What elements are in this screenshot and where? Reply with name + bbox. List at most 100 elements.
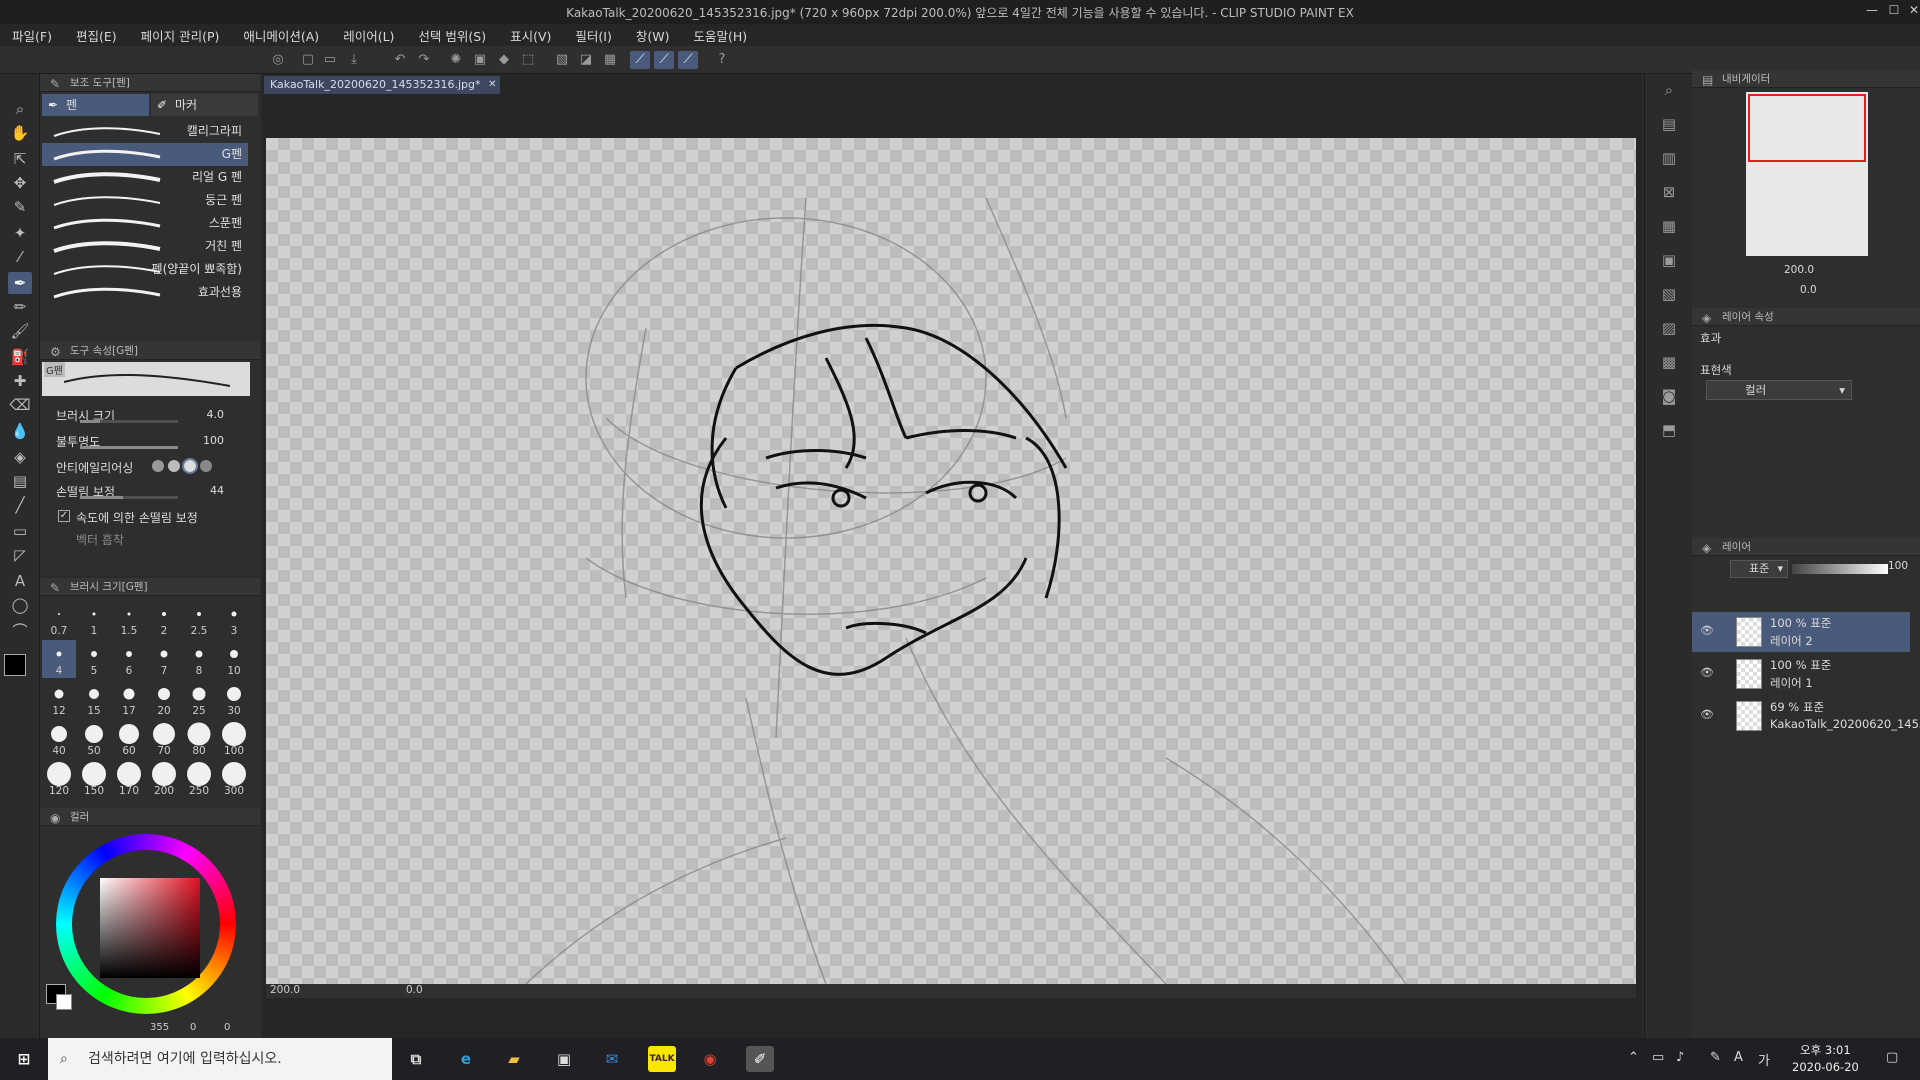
brush-size-option[interactable]: 50 bbox=[77, 720, 111, 758]
gradient-tool-icon[interactable]: ▤ bbox=[8, 470, 32, 492]
expression-color-select[interactable]: 컬러 ▾ bbox=[1706, 380, 1852, 400]
layer-row[interactable]: 👁 100 % 표준 레이어 2 bbox=[1692, 612, 1910, 652]
ime-mode[interactable]: A bbox=[1734, 1050, 1743, 1065]
stabilization-value[interactable]: 44 bbox=[210, 484, 224, 497]
history-icon[interactable]: ▣ bbox=[1657, 248, 1681, 272]
menu-file[interactable]: 파일(F) bbox=[12, 26, 52, 45]
invert-selection-icon[interactable]: ◪ bbox=[576, 51, 596, 69]
brush-item[interactable]: 리얼 G 펜 bbox=[42, 166, 248, 189]
brush-item[interactable]: 캘리그라피 bbox=[42, 120, 248, 143]
new-file-icon[interactable]: ▢ bbox=[298, 51, 318, 69]
brush-item[interactable]: 효과선용 bbox=[42, 281, 248, 304]
animation-icon[interactable]: ▧ bbox=[1657, 282, 1681, 306]
help-icon[interactable]: ? bbox=[712, 51, 732, 69]
brush-size-option[interactable]: 2 bbox=[147, 600, 181, 638]
file-explorer-icon[interactable]: ▰ bbox=[500, 1046, 528, 1072]
menu-view[interactable]: 표시(V) bbox=[510, 26, 551, 45]
menu-layer[interactable]: 레이어(L) bbox=[343, 26, 394, 45]
search-icon[interactable]: ⌕ bbox=[1657, 78, 1681, 102]
folder-icon[interactable]: ▨ bbox=[1657, 316, 1681, 340]
correct-line-tool-icon[interactable]: ⌒ bbox=[8, 620, 32, 642]
brush-size-value[interactable]: 4.0 bbox=[207, 408, 225, 421]
camera-icon[interactable]: ◙ bbox=[1657, 384, 1681, 408]
brush-size-option[interactable]: 80 bbox=[182, 720, 216, 758]
open-file-icon[interactable]: ▭ bbox=[320, 51, 340, 69]
eraser-tool-icon[interactable]: ⌫ bbox=[8, 394, 32, 416]
clip-studio-taskbar-icon[interactable]: ✐ bbox=[746, 1046, 774, 1072]
clock-time[interactable]: 오후 3:01 bbox=[1800, 1042, 1851, 1058]
edge-icon[interactable]: e bbox=[452, 1046, 480, 1072]
figure-tool-icon[interactable]: ╱ bbox=[8, 494, 32, 516]
brush-size-option[interactable]: 3 bbox=[217, 600, 251, 638]
brush-size-option[interactable]: 20 bbox=[147, 680, 181, 718]
ime-mode-korean[interactable]: 가 bbox=[1758, 1050, 1770, 1069]
opacity-value[interactable]: 100 bbox=[203, 434, 224, 447]
drawing-canvas[interactable] bbox=[266, 138, 1636, 984]
kakaotalk-icon[interactable]: TALK bbox=[648, 1046, 676, 1072]
brush-size-option[interactable]: 1 bbox=[77, 600, 111, 638]
layer-opacity-slider[interactable] bbox=[1792, 564, 1888, 574]
menu-filter[interactable]: 필터(I) bbox=[575, 26, 611, 45]
hand-tool-icon[interactable]: ✋ bbox=[8, 122, 32, 144]
menu-help[interactable]: 도움말(H) bbox=[693, 26, 747, 45]
airbrush-tool-icon[interactable]: ⛽ bbox=[8, 346, 32, 368]
brush-size-option[interactable]: 250 bbox=[182, 760, 216, 798]
clear-icon[interactable]: ▣ bbox=[470, 51, 490, 69]
deselect-icon[interactable]: ▧ bbox=[552, 51, 572, 69]
fill-tool-icon[interactable]: ◈ bbox=[8, 446, 32, 468]
menu-animation[interactable]: 애니메이션(A) bbox=[243, 26, 319, 45]
brush-item[interactable]: G펜 bbox=[42, 143, 248, 166]
ruler-tool-icon[interactable]: ◸ bbox=[8, 544, 32, 566]
eyedropper-tool-icon[interactable]: ⁄ bbox=[8, 246, 32, 268]
navigator-thumbnail[interactable] bbox=[1746, 92, 1868, 256]
layer-row[interactable]: 👁 69 % 표준 KakaoTalk_20200620_145352316 bbox=[1692, 696, 1920, 736]
clock-date[interactable]: 2020-06-20 bbox=[1792, 1060, 1859, 1074]
menu-edit[interactable]: 편집(E) bbox=[76, 26, 117, 45]
eye-icon[interactable]: 👁 bbox=[1700, 708, 1714, 721]
loading-icon[interactable]: ✺ bbox=[446, 51, 466, 69]
brush-size-option[interactable]: 0.7 bbox=[42, 600, 76, 638]
main-color-swatch[interactable] bbox=[4, 654, 26, 676]
brush-size-option[interactable]: 120 bbox=[42, 760, 76, 798]
auto-select-tool-icon[interactable]: ✦ bbox=[8, 222, 32, 244]
undo-icon[interactable]: ↶ bbox=[390, 51, 410, 69]
brush-size-option[interactable]: 5 bbox=[77, 640, 111, 678]
blend-tool-icon[interactable]: 💧 bbox=[8, 420, 32, 442]
brush-size-row[interactable]: 브러시 크기 4.0 bbox=[40, 404, 248, 426]
balloon-tool-icon[interactable]: ◯ bbox=[8, 594, 32, 616]
taskbar-search[interactable]: ⌕ 검색하려면 여기에 입력하십시오. bbox=[48, 1038, 392, 1080]
vector-row[interactable]: 벡터 흡착 bbox=[40, 528, 248, 550]
brush-size-option[interactable]: 100 bbox=[217, 720, 251, 758]
speed-stab-row[interactable]: ✓ 속도에 의한 손떨림 보정 bbox=[40, 506, 248, 528]
angle-readout[interactable]: 0.0 bbox=[406, 984, 423, 996]
export-icon[interactable]: ⬒ bbox=[1657, 418, 1681, 442]
pen-tray-icon[interactable]: ✎ bbox=[1710, 1050, 1721, 1065]
brush-size-option[interactable]: 200 bbox=[147, 760, 181, 798]
zoom-readout[interactable]: 200.0 bbox=[270, 984, 300, 996]
navigator-rotation[interactable]: 0.0 bbox=[1800, 284, 1817, 296]
close-button[interactable]: ✕ bbox=[1904, 3, 1920, 21]
operation-tool-icon[interactable]: ⇱ bbox=[8, 148, 32, 170]
redo-icon[interactable]: ↷ bbox=[414, 51, 434, 69]
selection-pen-tool-icon[interactable]: ✎ bbox=[8, 196, 32, 218]
brush-size-option[interactable]: 8 bbox=[182, 640, 216, 678]
crop-icon[interactable]: ▦ bbox=[600, 51, 620, 69]
brush-size-option[interactable]: 2.5 bbox=[182, 600, 216, 638]
brush-size-option[interactable]: 4 bbox=[42, 640, 76, 678]
close-panel-icon[interactable]: ⊠ bbox=[1657, 180, 1681, 204]
network-icon[interactable]: ▭ bbox=[1652, 1050, 1664, 1065]
brush-size-option[interactable]: 6 bbox=[112, 640, 146, 678]
brush-tool-icon[interactable]: 🖌 bbox=[8, 320, 32, 342]
tray-up-icon[interactable]: ⌃ bbox=[1628, 1050, 1639, 1065]
layer-row[interactable]: 👁 100 % 표준 레이어 1 bbox=[1692, 654, 1910, 694]
layer-search-icon[interactable]: ▤ bbox=[1657, 112, 1681, 136]
document-tab[interactable]: KakaoTalk_20200620_145352316.jpg* ✕ bbox=[264, 76, 501, 94]
brush-item[interactable]: 둥근 펜 bbox=[42, 189, 248, 212]
notification-icon[interactable]: ▢ bbox=[1886, 1050, 1898, 1065]
brush-size-option[interactable]: 40 bbox=[42, 720, 76, 758]
brush-size-option[interactable]: 300 bbox=[217, 760, 251, 798]
menu-window[interactable]: 창(W) bbox=[636, 26, 670, 45]
sub-color-small[interactable] bbox=[56, 994, 72, 1010]
pencil-tool-icon[interactable]: ✏ bbox=[8, 296, 32, 318]
brush-size-option[interactable]: 7 bbox=[147, 640, 181, 678]
